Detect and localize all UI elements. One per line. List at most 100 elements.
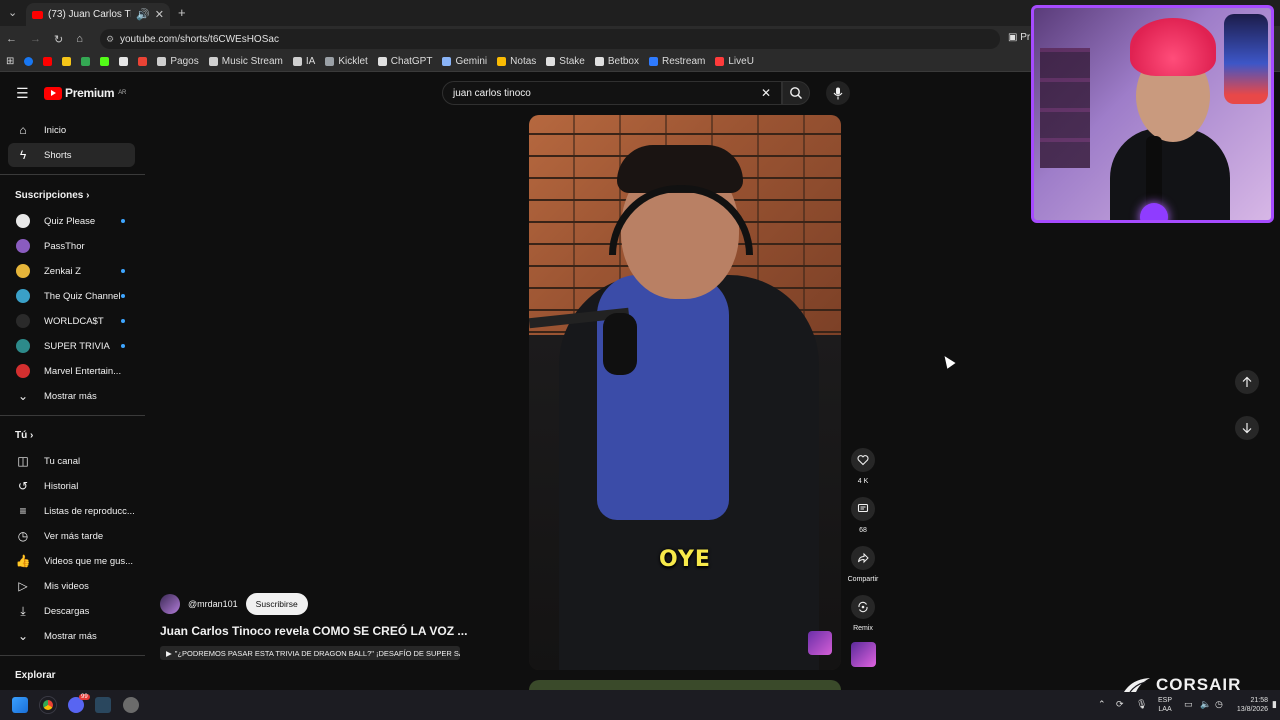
chevron-down-icon: ⌄ <box>17 389 29 403</box>
bookmark-gemini[interactable]: Gemini <box>442 56 487 67</box>
tab-list-chevron-icon[interactable]: ⌄ <box>8 6 17 19</box>
search-input-value: juan carlos tinoco <box>453 87 531 99</box>
sound-avatar[interactable] <box>851 642 876 667</box>
you-header[interactable]: Tú › <box>15 430 33 441</box>
bookmark-facebook-icon[interactable] <box>24 57 34 66</box>
channel-avatar <box>16 314 30 328</box>
show-more-you[interactable]: ⌄ Mostrar más <box>8 624 135 648</box>
voice-search-button[interactable] <box>826 81 850 105</box>
video-caption: OYE <box>659 547 711 572</box>
bookmark-music-stream[interactable]: Music Stream <box>208 56 283 67</box>
bookmark-label: LiveU <box>728 56 754 67</box>
settings-gear-icon[interactable] <box>123 697 139 713</box>
clock[interactable]: 21:58 13/8/2026 <box>1230 696 1268 714</box>
bookmark-notas[interactable]: Notas <box>497 56 536 67</box>
subscription-item[interactable]: The Quiz Channel <box>8 284 135 308</box>
sidebar-item-clock[interactable]: ◷ Ver más tarde <box>8 524 135 548</box>
share-button[interactable] <box>851 546 875 570</box>
browser-tab-active[interactable]: (73) Juan Carlos Tinoc 🔊 ✕ <box>26 3 170 26</box>
channel-avatar[interactable] <box>160 594 180 614</box>
bookmark-youtube-icon[interactable] <box>43 57 53 66</box>
sidebar-item-channel[interactable]: ◫ Tu canal <box>8 449 135 473</box>
sidebar-item-inicio[interactable]: ⌂ Inicio <box>8 118 135 142</box>
show-more-subscriptions[interactable]: ⌄ Mostrar más <box>8 384 135 408</box>
volume-icon[interactable]: 🔈 <box>1200 699 1211 710</box>
tray-chevron-up-icon[interactable]: ⌃ <box>1098 699 1106 710</box>
new-tab-plus-icon[interactable]: + <box>178 5 186 20</box>
bookmark-drive-icon[interactable] <box>81 57 91 66</box>
subscription-item[interactable]: Zenkai Z <box>8 259 135 283</box>
short-title[interactable]: Juan Carlos Tinoco revela COMO SE CREÓ L… <box>160 624 467 638</box>
subscriptions-header[interactable]: Suscripciones › <box>15 190 89 201</box>
tray-mic-icon[interactable]: 🎙 <box>1136 699 1147 710</box>
bookmark-stake[interactable]: Stake <box>546 56 585 67</box>
search-input[interactable]: juan carlos tinoco ✕ <box>442 81 782 105</box>
share-arrow-icon <box>858 552 869 564</box>
subscribe-button[interactable]: Suscribirse <box>245 593 308 615</box>
comment-button[interactable] <box>851 497 875 521</box>
apps-grid-icon[interactable]: ⊞ <box>6 56 14 67</box>
subscription-label: The Quiz Channel <box>44 290 121 302</box>
bookmark-label: Stake <box>559 56 585 67</box>
language-indicator[interactable]: ESP LAA <box>1158 696 1172 714</box>
related-video-title: "¿PODREMOS PASAR ESTA TRIVIA DE DRAGON B… <box>174 648 460 658</box>
sidebar-item-my-videos[interactable]: ▷ Mis videos <box>8 574 135 598</box>
subscription-item[interactable]: SUPER TRIVIA <box>8 334 135 358</box>
sidebar-item-download[interactable]: ⤓ Descargas <box>8 599 135 623</box>
windows-start-icon[interactable] <box>12 697 28 713</box>
search-button[interactable] <box>782 81 810 105</box>
bookmark-liveu[interactable]: LiveU <box>715 56 754 67</box>
youtube-premium-logo[interactable]: Premium AR <box>44 86 126 100</box>
forward-arrow-icon[interactable]: → <box>30 33 41 45</box>
speaker-icon[interactable]: 🔊 <box>136 8 150 21</box>
clear-search-icon[interactable]: ✕ <box>761 86 771 100</box>
bookmark-chatgpt[interactable]: ChatGPT <box>377 56 432 67</box>
bookmark-kick-icon[interactable] <box>100 57 110 66</box>
like-button[interactable] <box>851 448 875 472</box>
next-short-button[interactable] <box>1235 416 1259 440</box>
bookmark-label: Pagos <box>170 56 199 67</box>
notification-bell-icon[interactable]: ▮ <box>1272 699 1277 710</box>
network-icon[interactable]: ▭ <box>1184 699 1193 710</box>
share-action: Compartir <box>848 546 878 583</box>
subscription-item[interactable]: PassThor <box>8 234 135 258</box>
comment-icon <box>857 503 869 513</box>
tray-app-icon[interactable]: ⟳ <box>1116 699 1124 710</box>
new-content-dot <box>121 344 125 348</box>
reload-icon[interactable]: ↻ <box>54 33 63 46</box>
profile-button[interactable]: ▣ Pr <box>1008 32 1030 43</box>
sidebar-item-thumb-up[interactable]: 👍 Videos que me gus... <box>8 549 135 573</box>
brand-text: Premium <box>65 86 115 100</box>
bookmark-betbox[interactable]: Betbox <box>594 56 639 67</box>
short-video-player[interactable]: OYE <box>529 115 841 670</box>
tray-extra-icon[interactable]: ◷ <box>1215 699 1223 710</box>
chrome-icon[interactable] <box>40 697 56 713</box>
home-icon[interactable]: ⌂ <box>76 33 83 45</box>
previous-short-button[interactable] <box>1235 370 1259 394</box>
bookmark-kicklet[interactable]: Kicklet <box>325 56 368 67</box>
close-tab-icon[interactable]: ✕ <box>155 8 164 21</box>
sidebar-item-shorts[interactable]: ϟ Shorts <box>8 143 135 167</box>
related-video-link[interactable]: ▶ "¿PODREMOS PASAR ESTA TRIVIA DE DRAGON… <box>160 646 460 660</box>
bookmark-gmail-icon[interactable] <box>138 57 148 66</box>
url-omnibox[interactable]: ⚙ youtube.com/shorts/t6CWEsHOSac <box>100 29 1000 49</box>
hamburger-menu-icon[interactable]: ☰ <box>16 85 29 102</box>
back-arrow-icon[interactable]: ← <box>6 33 17 45</box>
bookmark-patreon-icon[interactable] <box>119 57 129 66</box>
channel-handle[interactable]: @mrdan101 <box>188 599 238 609</box>
sidebar-item-playlists[interactable]: ≡ Listas de reproducc... <box>8 499 135 523</box>
next-short-preview[interactable] <box>529 680 841 690</box>
bookmark-generic-icon[interactable] <box>62 57 72 66</box>
subscription-item[interactable]: Marvel Entertain... <box>8 359 135 383</box>
site-info-icon[interactable]: ⚙ <box>106 34 114 45</box>
steam-icon[interactable] <box>95 697 111 713</box>
bookmark-restream[interactable]: Restream <box>649 56 705 67</box>
subscription-item[interactable]: WORLDCA$T <box>8 309 135 333</box>
bookmark-pagos[interactable]: Pagos <box>157 56 199 67</box>
explore-header[interactable]: Explorar <box>15 670 56 681</box>
sidebar-item-history[interactable]: ↺ Historial <box>8 474 135 498</box>
remix-button[interactable] <box>851 595 875 619</box>
bookmark-ia[interactable]: IA <box>292 56 315 67</box>
sidebar-item-label: Historial <box>44 480 79 492</box>
subscription-item[interactable]: Quiz Please <box>8 209 135 233</box>
